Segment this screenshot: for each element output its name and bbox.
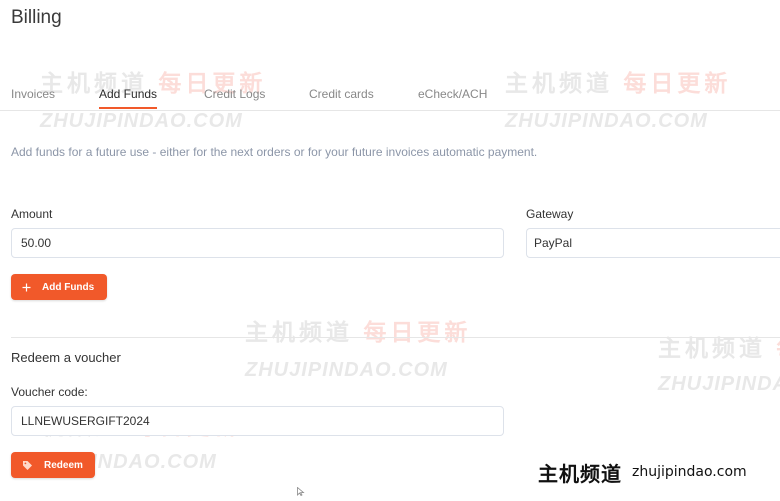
redeem-button-label: Redeem xyxy=(44,459,83,471)
section-divider xyxy=(11,337,780,338)
watermark-en: ZHUJIPINDAO.COM xyxy=(40,110,243,132)
tag-icon xyxy=(22,460,33,471)
tab-credit-cards[interactable]: Credit cards xyxy=(309,87,374,101)
watermark-cn-main: 主机频道 xyxy=(245,319,353,345)
watermark-cn: 主机频道 每日更新 xyxy=(658,337,780,360)
tab-add-funds[interactable]: Add Funds xyxy=(99,87,158,109)
tab-invoices[interactable]: Invoices xyxy=(11,87,55,101)
brand-en: zhujipindao.com xyxy=(632,464,747,480)
watermark-cn: 主机频道 每日更新 xyxy=(245,321,471,344)
add-funds-description: Add funds for a future use - either for … xyxy=(11,145,538,159)
redeem-voucher-title: Redeem a voucher xyxy=(11,350,121,365)
plus-icon xyxy=(22,283,31,292)
brand-cn: 主机频道 xyxy=(538,463,622,486)
gateway-selected-value: PayPal xyxy=(534,236,573,250)
mouse-cursor-icon xyxy=(297,483,305,501)
add-funds-button[interactable]: Add Funds xyxy=(11,274,107,300)
amount-label: Amount xyxy=(11,207,53,221)
watermark-cn-main: 主机频道 xyxy=(658,335,766,361)
watermark-en: ZHUJIPINDAO.COM xyxy=(245,359,448,381)
voucher-code-label: Voucher code: xyxy=(11,385,88,399)
gateway-select[interactable]: PayPal xyxy=(526,228,780,258)
gateway-label: Gateway xyxy=(526,207,574,221)
watermark-en: ZHUJIPINDAO.COM xyxy=(658,373,780,395)
watermark-en: ZHUJIPINDAO.COM xyxy=(505,110,708,132)
brand-watermark: 主机频道 zhujipindao.com xyxy=(526,452,780,492)
redeem-button[interactable]: Redeem xyxy=(11,452,95,478)
amount-input[interactable] xyxy=(11,228,504,258)
voucher-code-input[interactable] xyxy=(11,406,504,436)
add-funds-button-label: Add Funds xyxy=(42,281,95,293)
page-title: Billing xyxy=(11,7,62,28)
watermark-cn-alt: 每日更新 xyxy=(363,319,472,345)
tab-bar: Invoices Add Funds Credit Logs Credit ca… xyxy=(0,84,780,111)
watermark-cn-alt: 每日更新 xyxy=(776,335,780,361)
tab-echeck-ach[interactable]: eCheck/ACH xyxy=(418,87,487,101)
tab-credit-logs[interactable]: Credit Logs xyxy=(204,87,265,101)
